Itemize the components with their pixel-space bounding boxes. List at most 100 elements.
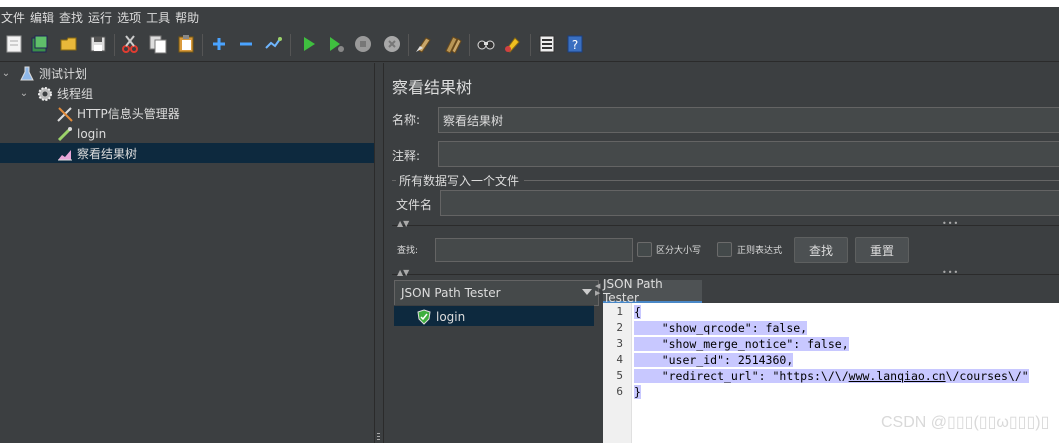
menu-edit[interactable]: 编辑: [29, 9, 57, 26]
stop-icon[interactable]: [353, 34, 373, 54]
start-icon[interactable]: [299, 34, 319, 54]
code-url-link[interactable]: www.lanqiao.cn: [849, 369, 946, 383]
line-number: 6: [616, 385, 623, 398]
section-border: [524, 180, 1059, 181]
tab-json-path-tester[interactable]: JSON Path Tester: [603, 277, 702, 305]
section-border: [392, 180, 396, 181]
tree-label: 测试计划: [39, 67, 88, 81]
case-sensitive-label: 区分大小写: [656, 246, 702, 256]
help-icon[interactable]: ?: [565, 34, 585, 54]
menu-run[interactable]: 运行: [87, 9, 115, 26]
menu-help[interactable]: 帮助: [174, 9, 202, 26]
toolbar-separator: [530, 34, 531, 56]
line-number: 3: [616, 337, 623, 350]
regex-checkbox[interactable]: [717, 242, 732, 257]
filename-field[interactable]: [440, 190, 1059, 216]
tree-label: login: [77, 126, 107, 141]
collapse-arrows-icon[interactable]: ▲▼: [397, 219, 409, 228]
search-label: 查找:: [397, 246, 419, 256]
drag-handle-icon[interactable]: •••: [942, 219, 959, 228]
tree-item-http-header-manager[interactable]: HTTP信息头管理器: [56, 104, 180, 123]
line-number: 5: [616, 369, 623, 382]
reset-button[interactable]: 重置: [855, 237, 909, 263]
window-top-edge: [0, 0, 1059, 7]
chevron-down-icon[interactable]: ⌄: [0, 68, 12, 79]
file-section-title: 所有数据写入一个文件: [399, 174, 520, 188]
code-line: "show_qrcode": false,: [634, 321, 808, 335]
templates-icon[interactable]: [30, 34, 50, 54]
find-button[interactable]: 查找: [794, 237, 848, 263]
search-icon[interactable]: [476, 34, 496, 54]
reset-search-icon[interactable]: [503, 34, 523, 54]
tree-label: 察看结果树: [77, 147, 138, 161]
panel-title: 察看结果树: [392, 78, 473, 97]
clear-all-icon[interactable]: [443, 34, 463, 54]
code-line: "show_merge_notice": false,: [634, 337, 849, 351]
tree-item-view-results-tree[interactable]: 察看结果树: [56, 144, 137, 163]
chart-icon: [56, 145, 74, 163]
gear-icon: [36, 85, 54, 103]
result-item-login[interactable]: login: [415, 307, 465, 326]
line-number: 1: [616, 305, 623, 318]
regex-label: 正则表达式: [737, 246, 783, 256]
comment-field[interactable]: [438, 141, 1059, 167]
search-input[interactable]: [435, 238, 633, 262]
toolbar-separator: [114, 34, 115, 56]
start-no-pause-icon[interactable]: [326, 34, 346, 54]
expand-arrows-icon[interactable]: ◀ ▶: [595, 283, 600, 297]
tree-label: 线程组: [57, 87, 94, 101]
chevron-down-icon[interactable]: ⌄: [18, 88, 30, 99]
menu-file[interactable]: 文件: [0, 9, 28, 26]
function-helper-icon[interactable]: [537, 34, 557, 54]
renderer-select[interactable]: JSON Path Tester: [394, 280, 599, 306]
tools-icon: [56, 105, 74, 123]
code-line: "user_id": 2514360,: [634, 353, 794, 367]
toolbar-separator: [202, 34, 203, 56]
tree-item-login[interactable]: login: [56, 124, 106, 143]
code-text: \/courses\/": [945, 369, 1029, 383]
watermark: CSDN @▯▯▯(▯▯ω▯▯▯)▯: [881, 414, 1050, 431]
renderer-select-value: JSON Path Tester: [401, 286, 501, 300]
add-icon[interactable]: [209, 34, 229, 54]
menu-tools[interactable]: 工具: [145, 9, 173, 26]
clear-icon[interactable]: [414, 34, 434, 54]
new-icon[interactable]: [4, 34, 24, 54]
code-text: "redirect_url": "https:\/\/: [634, 369, 849, 383]
drag-handle-icon[interactable]: •••: [942, 268, 959, 277]
paste-icon[interactable]: [176, 34, 196, 54]
code-line: "redirect_url": "https:\/\/www.lanqiao.c…: [634, 369, 1029, 383]
code-line: }: [634, 385, 641, 399]
remove-icon[interactable]: [236, 34, 256, 54]
comment-label: 注释:: [392, 149, 421, 163]
tree-label: HTTP信息头管理器: [77, 107, 180, 121]
collapse-arrows-icon[interactable]: ▲▼: [397, 268, 409, 277]
tree-item-thread-group[interactable]: ⌄ 线程组: [18, 84, 93, 103]
name-field[interactable]: 察看结果树: [438, 107, 1059, 133]
case-sensitive-checkbox[interactable]: [637, 242, 652, 257]
toolbar-separator: [469, 34, 470, 56]
menu-bar: 文件 编辑 查找 运行 选项 工具 帮助: [0, 7, 1059, 28]
result-label: login: [436, 309, 466, 324]
menu-search[interactable]: 查找: [58, 9, 86, 26]
toolbar-separator: [408, 34, 409, 56]
toggle-icon[interactable]: [263, 34, 283, 54]
filename-label: 文件名: [396, 198, 433, 212]
chevron-down-icon: [582, 289, 592, 295]
panel-splitter[interactable]: [374, 63, 384, 443]
toolbar: ?: [0, 28, 1059, 62]
svg-text:?: ?: [572, 38, 578, 52]
toolbar-separator: [290, 34, 291, 56]
copy-icon[interactable]: [148, 34, 168, 54]
menu-options[interactable]: 选项: [116, 9, 144, 26]
line-number: 4: [616, 353, 623, 366]
cut-icon[interactable]: [120, 34, 140, 54]
flask-icon: [18, 65, 36, 83]
save-icon[interactable]: [88, 34, 108, 54]
shutdown-icon[interactable]: [382, 34, 402, 54]
open-icon[interactable]: [59, 34, 79, 54]
line-number: 2: [616, 321, 623, 334]
pipette-icon: [56, 125, 74, 143]
tree-item-test-plan[interactable]: ⌄ 测试计划: [0, 64, 87, 83]
code-line: {: [634, 305, 641, 319]
success-shield-icon: [415, 308, 433, 326]
